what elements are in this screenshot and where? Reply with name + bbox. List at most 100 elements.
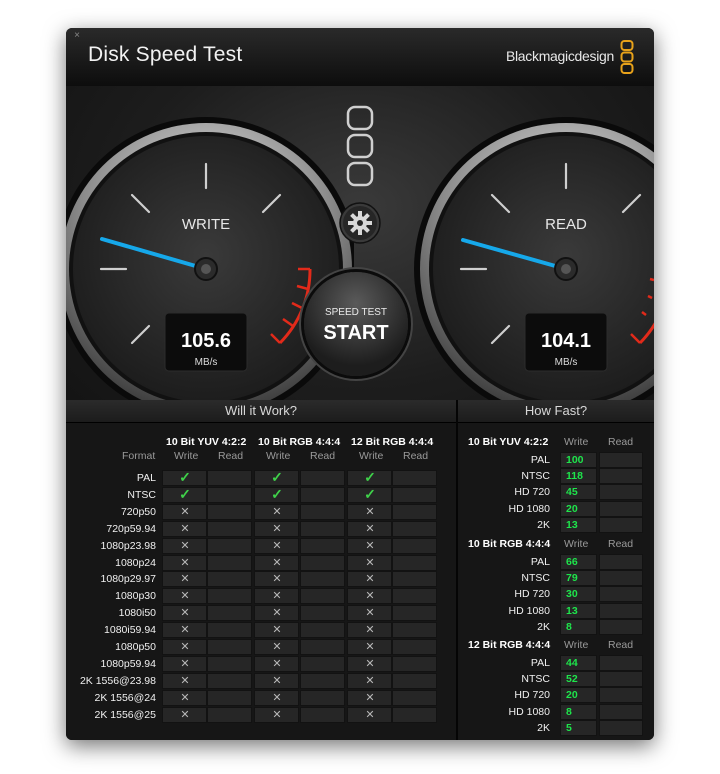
how-fast-group-header: 10 Bit RGB 4:4:4 xyxy=(468,538,551,550)
cross-icon: ✕ xyxy=(180,708,190,721)
start-button[interactable]: SPEED TEST START xyxy=(304,272,408,376)
how-fast-read-header: Read xyxy=(608,538,634,550)
result-cell xyxy=(300,689,345,706)
cross-icon: ✕ xyxy=(272,657,282,670)
result-cell xyxy=(207,639,252,655)
result-cell xyxy=(207,520,252,537)
read-value-cell xyxy=(599,586,643,603)
result-cell xyxy=(207,503,252,520)
cross-icon: ✕ xyxy=(365,522,375,535)
read-value-cell xyxy=(599,500,643,517)
cross-icon: ✕ xyxy=(365,657,375,670)
cross-icon: ✕ xyxy=(365,590,375,603)
write-speed-unit: MB/s xyxy=(195,357,218,368)
cross-icon: ✕ xyxy=(180,624,190,637)
result-cell xyxy=(207,470,252,486)
cross-icon: ✕ xyxy=(272,674,282,687)
cross-icon: ✕ xyxy=(272,641,282,653)
how-fast-write-header: Write xyxy=(564,639,589,651)
result-cell xyxy=(392,605,437,622)
cross-icon: ✕ xyxy=(365,539,375,552)
how-fast-group-header: 12 Bit RGB 4:4:4 xyxy=(468,639,551,651)
write-gauge-label: WRITE xyxy=(182,216,230,233)
write-speed-fps: 20 xyxy=(566,689,578,702)
cross-icon: ✕ xyxy=(272,522,282,535)
cross-icon: ✕ xyxy=(272,607,282,620)
result-cell xyxy=(207,605,252,622)
how-fast-row-label: NTSC xyxy=(521,673,550,686)
read-value-cell xyxy=(599,618,643,635)
how-fast-row-label: HD 720 xyxy=(514,486,550,499)
cross-icon: ✕ xyxy=(180,641,190,653)
result-cell xyxy=(300,571,345,588)
will-it-work-write-header: Write xyxy=(266,450,291,462)
result-cell xyxy=(392,503,437,520)
result-cell xyxy=(207,537,252,554)
write-speed-fps: 44 xyxy=(566,657,578,669)
cross-icon: ✕ xyxy=(180,590,190,603)
read-value-cell xyxy=(599,703,643,720)
write-speed-fps: 66 xyxy=(566,556,578,568)
will-it-work-read-header: Read xyxy=(310,450,336,462)
disk-speed-test-window: × Disk Speed Test Blackmagicdesign WRITE… xyxy=(66,28,654,740)
read-value-cell xyxy=(599,602,643,619)
result-cell xyxy=(392,486,437,503)
format-row-label: 2K 1556@25 xyxy=(94,708,156,721)
write-speed-fps: 13 xyxy=(566,604,578,617)
read-value-cell xyxy=(599,484,643,501)
close-icon[interactable]: × xyxy=(72,31,82,41)
cross-icon: ✕ xyxy=(180,657,190,670)
result-cell xyxy=(392,706,437,723)
read-value-cell xyxy=(599,687,643,704)
write-speed-fps: 30 xyxy=(566,588,578,601)
how-fast-row-label: HD 720 xyxy=(514,689,550,702)
will-it-work-write-header: Write xyxy=(174,450,199,462)
how-fast-write-header: Write xyxy=(564,436,589,448)
cross-icon: ✕ xyxy=(365,624,375,637)
result-cell xyxy=(300,520,345,537)
how-fast-row-label: NTSC xyxy=(521,572,550,585)
cross-icon: ✕ xyxy=(272,691,282,704)
result-cell xyxy=(300,486,345,503)
cross-icon: ✕ xyxy=(272,505,282,518)
how-fast-row-label: 2K xyxy=(537,721,550,734)
cross-icon: ✕ xyxy=(272,539,282,552)
will-it-work-read-header: Read xyxy=(218,450,244,462)
cross-icon: ✕ xyxy=(180,674,190,687)
will-it-work-group-header: 12 Bit RGB 4:4:4 xyxy=(351,436,434,448)
settings-button[interactable] xyxy=(339,202,381,244)
cross-icon: ✕ xyxy=(365,607,375,620)
will-it-work-group-header: 10 Bit YUV 4:2:2 xyxy=(166,436,247,448)
write-speed-fps: 20 xyxy=(566,502,578,515)
how-fast-row-label: 2K xyxy=(537,518,550,531)
cross-icon: ✕ xyxy=(272,556,282,569)
read-value-cell xyxy=(599,516,643,533)
result-cell xyxy=(392,588,437,605)
result-cell xyxy=(392,554,437,571)
title-bar[interactable]: × Disk Speed Test Blackmagicdesign xyxy=(66,28,654,87)
how-fast-row-label: NTSC xyxy=(521,470,550,483)
result-cell xyxy=(207,655,252,672)
cross-icon: ✕ xyxy=(272,573,282,586)
result-cell xyxy=(392,689,437,706)
write-speed-fps: 52 xyxy=(566,673,578,686)
format-row-label: 1080p59.94 xyxy=(100,657,156,670)
write-speed-fps: 8 xyxy=(566,620,572,633)
result-cell xyxy=(392,622,437,639)
cross-icon: ✕ xyxy=(365,556,375,569)
read-value-cell xyxy=(599,570,643,587)
how-fast-read-header: Read xyxy=(608,639,634,651)
result-cell xyxy=(392,639,437,655)
will-it-work-read-header: Read xyxy=(403,450,429,462)
result-cell xyxy=(392,672,437,689)
read-value-cell xyxy=(599,719,643,736)
format-row-label: 1080i59.94 xyxy=(104,624,156,637)
format-row-label: 2K 1556@24 xyxy=(94,691,156,704)
read-value-cell xyxy=(599,671,643,688)
will-it-work-group-header: 10 Bit RGB 4:4:4 xyxy=(258,436,341,448)
format-row-label: 2K 1556@23.98 xyxy=(79,674,156,687)
result-cell xyxy=(300,503,345,520)
write-speed-fps: 5 xyxy=(566,721,572,734)
cross-icon: ✕ xyxy=(365,674,375,687)
format-row-label: 1080p23.98 xyxy=(100,539,156,552)
